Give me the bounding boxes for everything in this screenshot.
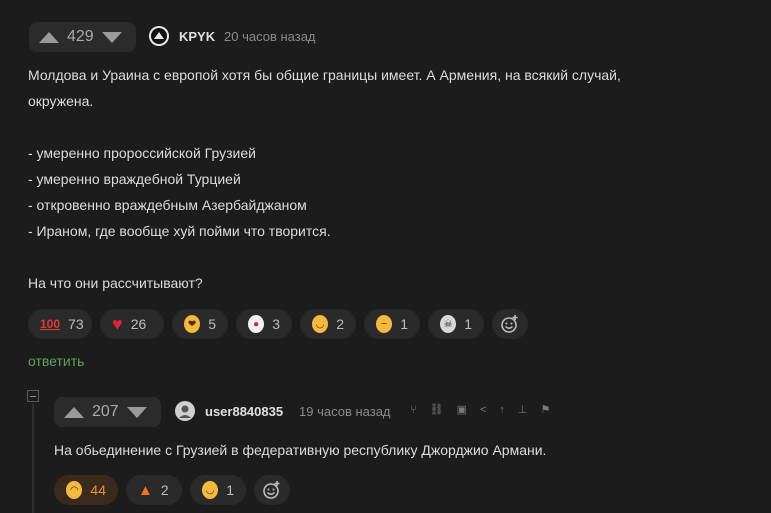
avatar-icon xyxy=(176,402,194,420)
author-name[interactable]: KPYK xyxy=(179,29,215,44)
reaction-count: 26 xyxy=(130,316,147,332)
upvote-button[interactable] xyxy=(64,406,84,418)
add-emoji-icon xyxy=(263,481,280,499)
add-reaction-button[interactable] xyxy=(492,309,528,339)
rating-box: 207 xyxy=(54,397,161,427)
comment-line: На что они рассчитывают? xyxy=(28,275,203,291)
comment-line: - Ираном, где вообще хуй пойми что твори… xyxy=(28,223,331,239)
branch-icon[interactable]: ⑂ xyxy=(410,404,417,416)
comment-line: - умеренно пророссийской Грузией xyxy=(28,145,256,161)
comment-time[interactable]: 20 часов назад xyxy=(224,29,316,44)
grin-face-icon: ◡ xyxy=(312,315,329,333)
reaction-button[interactable]: ◠ 44 xyxy=(54,475,118,505)
avatar-icon xyxy=(151,28,167,44)
hearts-face-icon: ❤ xyxy=(184,315,201,333)
reaction-button[interactable]: ❤ 5 xyxy=(172,309,228,339)
comment-line: Молдова и Ураина с европой хотя бы общие… xyxy=(28,67,621,83)
clown-face-icon: ● xyxy=(248,315,265,333)
minus-icon xyxy=(30,395,36,397)
rating-count: 207 xyxy=(92,403,119,420)
avatar[interactable] xyxy=(149,26,169,46)
collapse-thread-button[interactable] xyxy=(27,390,39,402)
reaction-button[interactable]: ☠ 1 xyxy=(428,309,484,339)
reaction-button[interactable]: ● 3 xyxy=(236,309,292,339)
arrow-up-icon[interactable]: ↑ xyxy=(499,404,505,416)
reply-link[interactable]: ответить xyxy=(28,353,84,369)
link-icon[interactable]: ⛓ xyxy=(430,403,444,416)
comment-body: Молдова и Ураина с европой хотя бы общие… xyxy=(28,62,758,296)
reactions-bar: ◠ 44 ▲ 2 ◡ 1 xyxy=(54,475,290,505)
add-reaction-button[interactable] xyxy=(254,475,290,505)
comment-line: - умеренно враждебной Турцией xyxy=(28,171,241,187)
add-emoji-icon xyxy=(501,315,518,333)
reaction-button[interactable]: ♥ 26 xyxy=(100,309,164,339)
hundred-points-icon: 100 xyxy=(40,317,61,331)
reaction-button[interactable]: 100 73 xyxy=(28,309,92,339)
heart-icon: ♥ xyxy=(112,313,123,334)
reaction-button[interactable]: ◡ 2 xyxy=(300,309,356,339)
flag-icon[interactable]: ⚑ xyxy=(541,403,551,416)
skull-icon: ☠ xyxy=(440,315,457,333)
reaction-count: 2 xyxy=(336,316,344,332)
comment-time[interactable]: 19 часов назад xyxy=(299,404,391,419)
grin-face-icon: ◡ xyxy=(202,481,219,499)
fire-icon: ▲ xyxy=(138,481,153,499)
comment-tools: ⑂ ⛓ ▣ < ↑ ⊥ ⚑ xyxy=(410,403,551,417)
laughing-face-icon: ◠ xyxy=(66,481,83,499)
reaction-count: 2 xyxy=(160,482,169,498)
thinking-face-icon: ~ xyxy=(376,315,393,333)
downvote-button[interactable] xyxy=(126,406,147,418)
rating-count: 429 xyxy=(67,28,94,45)
upvote-button[interactable] xyxy=(39,31,59,43)
reaction-count: 5 xyxy=(208,316,216,332)
downvote-button[interactable] xyxy=(101,31,122,43)
comment-line: окружена. xyxy=(28,93,94,109)
parent-comment-icon[interactable]: ⊥ xyxy=(518,403,528,416)
comment-body: На обьединение с Грузией в федеративную … xyxy=(54,442,547,458)
reactions-bar: 100 73 ♥ 26 ❤ 5 ● 3 ◡ 2 ~ 1 ☠ 1 xyxy=(28,309,528,339)
thread-line[interactable] xyxy=(32,404,34,513)
reaction-count: 73 xyxy=(68,316,84,332)
reaction-button[interactable]: ◡ 1 xyxy=(190,475,246,505)
reaction-count: 1 xyxy=(464,316,472,332)
reaction-count: 1 xyxy=(226,482,234,498)
avatar[interactable] xyxy=(175,401,195,421)
reaction-button[interactable]: ▲ 2 xyxy=(126,475,182,505)
rating-box: 429 xyxy=(29,22,136,52)
share-icon[interactable]: < xyxy=(480,404,486,416)
save-icon[interactable]: ▣ xyxy=(457,403,467,416)
reaction-count: 3 xyxy=(272,316,280,332)
reaction-button[interactable]: ~ 1 xyxy=(364,309,420,339)
author-name[interactable]: user8840835 xyxy=(205,404,283,419)
reaction-count: 1 xyxy=(400,316,408,332)
reaction-count: 44 xyxy=(90,482,106,498)
comment-line: - откровенно враждебным Азербайджаном xyxy=(28,197,307,213)
